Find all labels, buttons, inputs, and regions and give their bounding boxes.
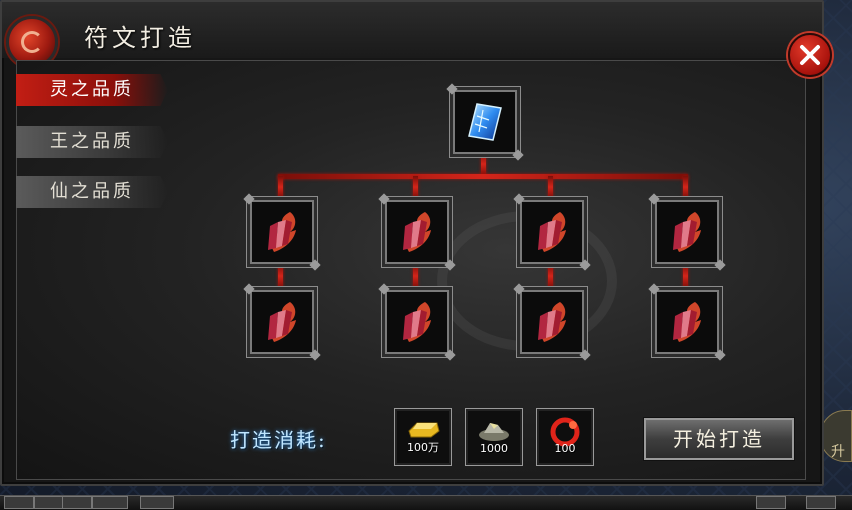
tab-spirit-quality[interactable]: 灵之品质 bbox=[16, 74, 168, 106]
blue-rune-card-icon bbox=[468, 103, 502, 141]
material-slot[interactable] bbox=[385, 200, 449, 264]
upgrade-side-label: 升 bbox=[831, 444, 845, 460]
cost-ore-slot[interactable]: 1000 bbox=[465, 408, 523, 466]
cost-spirit-amount: 100 bbox=[554, 442, 576, 455]
tree-connector bbox=[548, 176, 553, 198]
material-slot[interactable] bbox=[520, 200, 584, 264]
material-slot[interactable] bbox=[250, 200, 314, 264]
tab-label: 仙之品质 bbox=[50, 181, 134, 202]
tab-king-quality[interactable]: 王之品质 bbox=[16, 126, 168, 158]
tree-connector bbox=[278, 176, 283, 198]
close-button[interactable] bbox=[788, 33, 832, 77]
window-title: 符文打造 bbox=[84, 24, 196, 52]
hud-button[interactable] bbox=[62, 496, 92, 509]
material-slot[interactable] bbox=[385, 290, 449, 354]
red-crystal-shard-icon bbox=[538, 302, 566, 342]
cost-gold-slot[interactable]: 100万 bbox=[394, 408, 452, 466]
tree-connector bbox=[481, 152, 486, 176]
close-icon bbox=[800, 45, 820, 65]
hud-button[interactable] bbox=[34, 496, 64, 509]
red-crystal-shard-icon bbox=[268, 302, 296, 342]
tab-immortal-quality[interactable]: 仙之品质 bbox=[16, 176, 168, 208]
bottom-hud-bar bbox=[0, 495, 852, 510]
tree-connector bbox=[413, 264, 418, 288]
material-slot[interactable] bbox=[655, 200, 719, 264]
red-crystal-shard-icon bbox=[538, 212, 566, 252]
tree-connector bbox=[548, 264, 553, 288]
material-slot[interactable] bbox=[250, 290, 314, 354]
material-slot[interactable] bbox=[655, 290, 719, 354]
tab-label: 王之品质 bbox=[50, 131, 134, 152]
red-crystal-shard-icon bbox=[403, 302, 431, 342]
tree-connector bbox=[683, 264, 688, 288]
red-crystal-shard-icon bbox=[268, 212, 296, 252]
rune-forge-window: 符文打造 灵之品质 王之品质 仙之品质 打造消耗: 100万 1000 100 … bbox=[0, 0, 824, 486]
hud-button[interactable] bbox=[4, 496, 34, 509]
cost-spirit-slot[interactable]: 100 bbox=[536, 408, 594, 466]
red-crystal-shard-icon bbox=[403, 212, 431, 252]
cost-ore-amount: 1000 bbox=[480, 442, 508, 455]
tab-label: 灵之品质 bbox=[50, 79, 134, 100]
tree-connector bbox=[278, 264, 283, 288]
start-forge-button[interactable]: 开始打造 bbox=[644, 418, 794, 460]
hud-button[interactable] bbox=[140, 496, 174, 509]
tree-connector bbox=[683, 176, 688, 198]
red-crystal-shard-icon bbox=[673, 302, 701, 342]
hud-button[interactable] bbox=[92, 496, 128, 509]
result-rune-slot[interactable] bbox=[453, 90, 517, 154]
tree-connector bbox=[413, 176, 418, 198]
hud-button[interactable] bbox=[756, 496, 786, 509]
material-slot[interactable] bbox=[520, 290, 584, 354]
hud-button[interactable] bbox=[806, 496, 836, 509]
cost-label: 打造消耗: bbox=[230, 428, 327, 452]
cost-gold-amount: 100万 bbox=[407, 441, 439, 454]
tree-connector bbox=[278, 174, 688, 179]
ore-pile-icon bbox=[479, 423, 509, 441]
window-header: 符文打造 bbox=[2, 2, 822, 68]
red-crystal-shard-icon bbox=[673, 212, 701, 252]
